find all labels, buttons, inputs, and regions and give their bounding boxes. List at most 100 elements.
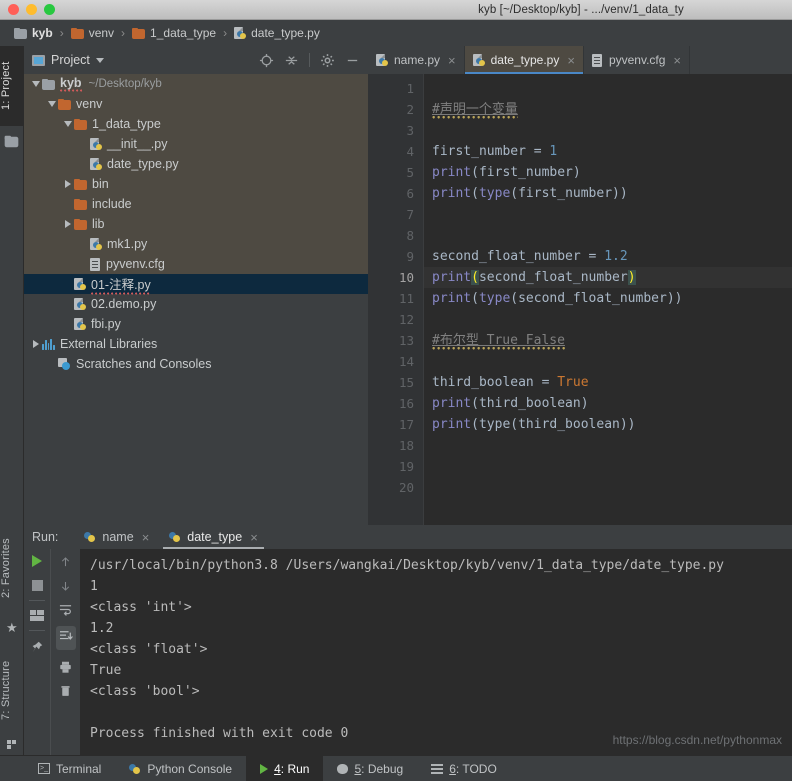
tree-expander[interactable]: [62, 220, 74, 228]
tree-row[interactable]: mk1.py: [24, 234, 368, 254]
tree-row[interactable]: Scratches and Consoles: [24, 354, 368, 374]
tree-row[interactable]: venv: [24, 94, 368, 114]
tab-label: date_type.py: [490, 53, 560, 67]
tree-row[interactable]: bin: [24, 174, 368, 194]
code-line[interactable]: [424, 120, 792, 141]
line-number: 2: [406, 102, 414, 117]
status-button-label: Python Console: [147, 761, 233, 776]
run-tab-label: date_type: [187, 530, 243, 544]
minimize-icon[interactable]: [345, 53, 360, 68]
tree-row-label: include: [92, 197, 132, 211]
close-icon[interactable]: ×: [673, 53, 681, 68]
tree-row[interactable]: kyb ~/Desktop/kyb: [24, 74, 368, 94]
scroll-to-end-icon[interactable]: [55, 626, 76, 650]
status-button-terminal[interactable]: >_ Terminal: [24, 756, 115, 781]
code-token: (: [471, 186, 479, 201]
tree-row[interactable]: lib: [24, 214, 368, 234]
code-line[interactable]: print(second_float_number): [424, 267, 792, 288]
up-arrow-icon[interactable]: [59, 555, 72, 569]
run-tab-name[interactable]: name ×: [74, 525, 159, 549]
tab-pyvenv-cfg[interactable]: pyvenv.cfg ×: [584, 46, 691, 74]
tree-row[interactable]: date_type.py: [24, 154, 368, 174]
code-line[interactable]: [424, 351, 792, 372]
code-line[interactable]: [424, 225, 792, 246]
breadcrumb-item-date-type-py[interactable]: date_type.py: [234, 26, 320, 40]
tree-row[interactable]: pyvenv.cfg: [24, 254, 368, 274]
tree-row[interactable]: 02.demo.py: [24, 294, 368, 314]
breadcrumb-item-kyb[interactable]: kyb: [14, 26, 53, 40]
line-number: 17: [398, 417, 414, 432]
status-button-todo[interactable]: 6: TODO: [417, 756, 511, 781]
tree-row[interactable]: External Libraries: [24, 334, 368, 354]
line-number: 12: [398, 312, 414, 327]
code-line[interactable]: [424, 78, 792, 99]
code-line[interactable]: [424, 204, 792, 225]
run-icon[interactable]: [32, 555, 42, 567]
tree-row[interactable]: 01-注释.py: [24, 273, 368, 295]
code-pane[interactable]: 1 2 3 4 5 6 7 8 9 10 11 12 13 14 15 16 17 18 19 20 #声明一个变量 …: [368, 74, 792, 525]
tree-expander[interactable]: [30, 81, 42, 87]
soft-wrap-icon[interactable]: [58, 603, 73, 616]
chevron-down-icon[interactable]: [95, 57, 104, 63]
close-icon[interactable]: ×: [567, 53, 575, 68]
run-panel-header: Run: name × date_type ×: [24, 525, 792, 549]
sidebar-tab-favorites[interactable]: 2: Favorites: [0, 520, 24, 616]
code-line[interactable]: print(first_number): [424, 162, 792, 183]
print-icon[interactable]: [58, 660, 73, 674]
code-line[interactable]: #声明一个变量: [424, 99, 792, 120]
code-token: (third_boolean): [471, 396, 589, 411]
code-line[interactable]: #布尔型 True False: [424, 330, 792, 351]
down-arrow-icon[interactable]: [59, 579, 72, 593]
tree-row[interactable]: include: [24, 194, 368, 214]
window-title-bar: kyb [~/Desktop/kyb] - .../venv/1_data_ty: [0, 0, 792, 20]
tree-expander[interactable]: [62, 121, 74, 127]
status-button-python-console[interactable]: Python Console: [115, 756, 246, 781]
close-icon[interactable]: ×: [250, 530, 258, 545]
line-number: 11: [398, 291, 414, 306]
code-lines[interactable]: #声明一个变量 first_number = 1 print(first_numb…: [424, 74, 792, 525]
code-line[interactable]: print(type(first_number)): [424, 183, 792, 204]
chevron-right-icon: [33, 340, 39, 348]
tree-row[interactable]: __init__.py: [24, 134, 368, 154]
tree-row[interactable]: fbi.py: [24, 314, 368, 334]
run-tab-date-type[interactable]: date_type ×: [159, 525, 268, 549]
collapse-all-icon[interactable]: [284, 53, 299, 68]
code-line[interactable]: first_number = 1: [424, 141, 792, 162]
tree-expander[interactable]: [62, 180, 74, 188]
tab-name-py[interactable]: name.py ×: [368, 46, 465, 74]
breadcrumb-item-1-data-type[interactable]: 1_data_type: [132, 26, 216, 40]
code-token: 1: [549, 144, 558, 159]
sidebar-tab-structure[interactable]: 7: Structure: [0, 642, 24, 738]
code-line[interactable]: [424, 477, 792, 498]
tab-date-type-py[interactable]: date_type.py ×: [464, 46, 584, 74]
code-line[interactable]: third_boolean = True: [424, 372, 792, 393]
code-line[interactable]: print(type(third_boolean)): [424, 414, 792, 435]
breadcrumb-item-venv[interactable]: venv: [70, 26, 114, 40]
tree-expander[interactable]: [30, 340, 42, 348]
code-line[interactable]: [424, 309, 792, 330]
tree-row[interactable]: 1_data_type: [24, 114, 368, 134]
tree-row-label: __init__.py: [107, 137, 168, 151]
sidebar-tab-project[interactable]: 1: Project: [0, 46, 24, 126]
restore-layout-icon[interactable]: [30, 610, 44, 621]
stop-icon[interactable]: [31, 580, 43, 591]
code-line[interactable]: [424, 435, 792, 456]
code-line[interactable]: print(type(second_float_number)): [424, 288, 792, 309]
status-button-run[interactable]: 4: Run: [246, 755, 324, 781]
trash-icon[interactable]: [59, 684, 72, 698]
close-icon[interactable]: ×: [448, 53, 456, 68]
code-line[interactable]: second_float_number = 1.2: [424, 246, 792, 267]
code-line[interactable]: print(third_boolean): [424, 393, 792, 414]
status-button-debug[interactable]: 5: Debug: [323, 756, 417, 781]
project-tree[interactable]: kyb ~/Desktop/kyb venv 1_data_type __init__.…: [24, 74, 368, 525]
code-line[interactable]: [424, 456, 792, 477]
tree-expander[interactable]: [46, 101, 58, 107]
structure-icon: [7, 740, 17, 750]
gear-icon[interactable]: [320, 53, 335, 68]
pin-icon[interactable]: [30, 640, 44, 654]
close-icon[interactable]: ×: [142, 530, 150, 545]
locate-icon[interactable]: [259, 53, 274, 68]
console-output[interactable]: /usr/local/bin/python3.8 /Users/wangkai/…: [80, 549, 792, 755]
folder-icon: [74, 198, 87, 210]
status-button-label: TODO: [462, 761, 497, 776]
